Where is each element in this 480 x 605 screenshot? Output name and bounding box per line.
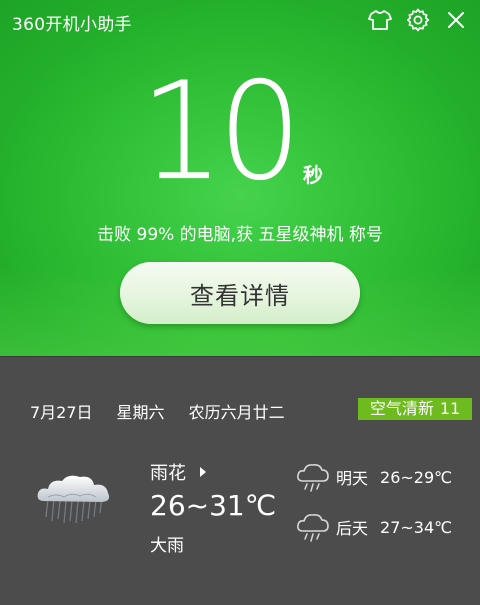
forecast-day-after: 后天 27~34℃	[296, 511, 452, 543]
today-condition: 大雨	[150, 536, 184, 556]
date-lunar: 农历六月廿二	[188, 403, 285, 422]
boot-time-display: 10 秒	[0, 53, 480, 211]
window-controls	[368, 8, 468, 32]
air-quality-label: 空气清新	[369, 399, 434, 418]
gear-icon	[406, 8, 430, 32]
air-quality-value: 11	[439, 399, 461, 418]
date-row: 7月27日 星期六 农历六月廿二	[30, 399, 285, 423]
rain-cloud-outline-icon	[297, 514, 329, 542]
rain-cloud-outline-icon	[297, 464, 329, 492]
forecast-day: 后天	[336, 519, 369, 538]
boot-assistant-window: 360开机小助手 10 秒 击败 99% 的电脑,获 五星级神机 称号 查看详情…	[0, 0, 480, 605]
rank-text: 击败 99% 的电脑,获 五星级神机 称号	[97, 225, 383, 245]
forecast-day: 明天	[336, 469, 369, 488]
forecast-tomorrow: 明天 26~29℃	[296, 461, 452, 493]
air-quality-badge[interactable]: 空气清新 11	[358, 398, 472, 420]
view-details-button[interactable]: 查看详情	[120, 262, 360, 324]
rain-cloud-icon	[37, 475, 110, 524]
boot-time-unit: 秒	[303, 163, 323, 187]
boot-time-value: 10	[140, 53, 302, 211]
window-title: 360开机小助手	[12, 15, 132, 35]
close-button[interactable]	[444, 8, 468, 32]
caret-right-icon	[200, 467, 206, 477]
date-day: 7月27日	[30, 403, 93, 422]
forecast-temp: 27~34℃	[380, 517, 453, 537]
forecast-temp: 26~29℃	[380, 467, 453, 487]
close-icon	[448, 12, 464, 28]
skin-button[interactable]	[368, 8, 392, 32]
tshirt-icon	[368, 10, 392, 30]
today-temperature: 26~31℃	[150, 489, 277, 522]
date-weekday: 星期六	[116, 403, 165, 422]
city-name: 雨花	[150, 463, 186, 484]
settings-button[interactable]	[406, 8, 430, 32]
score-panel: 360开机小助手 10 秒 击败 99% 的电脑,获 五星级神机 称号 查看详情	[0, 0, 480, 356]
city-selector[interactable]: 雨花	[150, 459, 206, 485]
weather-panel: 7月27日 星期六 农历六月廿二 空气清新 11 雨花 26~31℃ 大雨 明天…	[0, 356, 480, 605]
